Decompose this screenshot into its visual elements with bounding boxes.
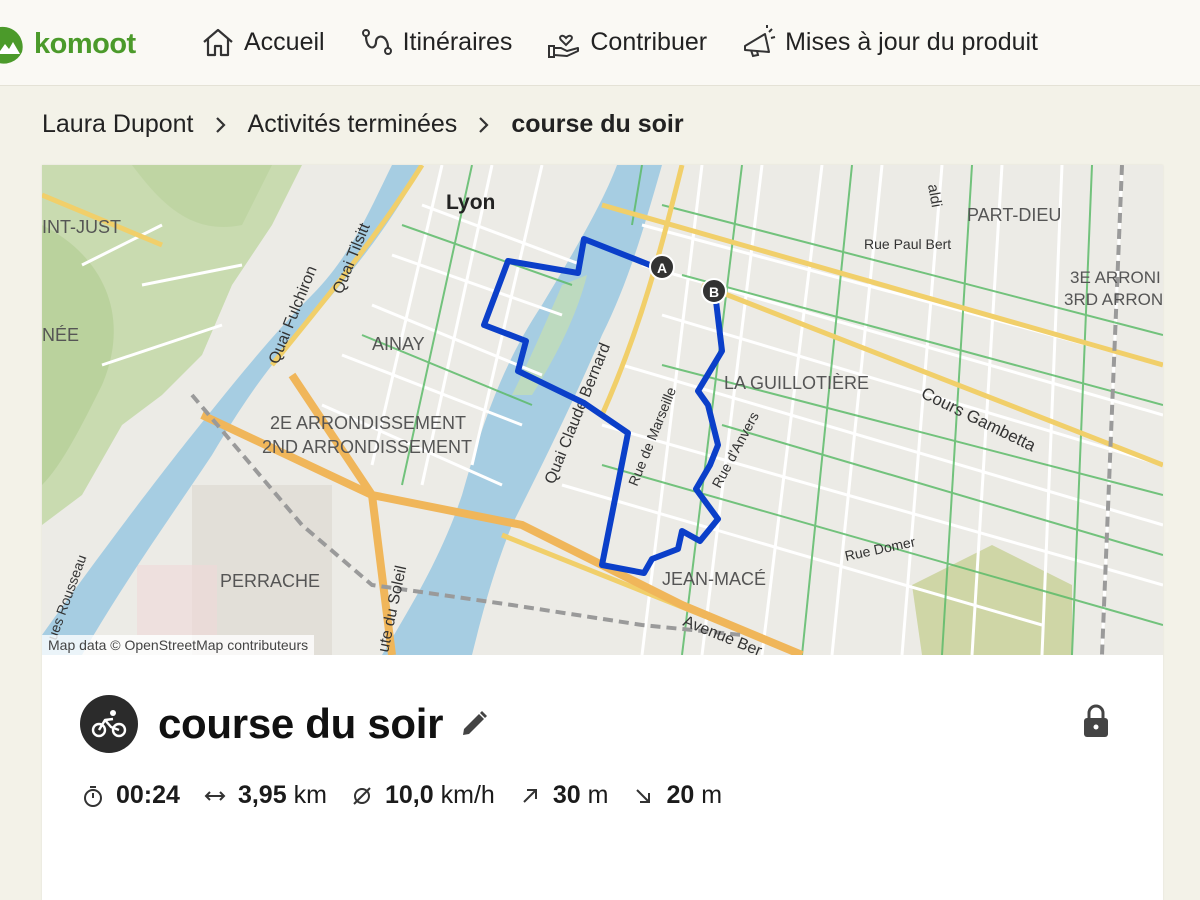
- stat-distance: 3,95 km: [204, 781, 327, 810]
- home-icon: [203, 28, 233, 57]
- map-canvas[interactable]: Lyon INT-JUST PART-DIEU Rue Paul Bert 3E…: [42, 165, 1163, 655]
- distance-arrows-icon: [204, 790, 226, 801]
- nav-item-contribuer[interactable]: Contribuer: [546, 24, 707, 60]
- uphill-unit: m: [587, 781, 609, 809]
- nav-item-itineraires[interactable]: Itinéraires: [359, 24, 513, 60]
- brand-name: komoot: [34, 27, 136, 60]
- downhill-value: 20: [666, 781, 695, 809]
- chevron-right-icon: [215, 116, 226, 133]
- map-label-lyon: Lyon: [446, 191, 495, 214]
- start-marker-label: A: [657, 260, 667, 276]
- breadcrumb-user[interactable]: Laura Dupont: [42, 110, 194, 139]
- map-label-2e-arrondissement: 2E ARRONDISSEMENT: [270, 413, 466, 433]
- bike-icon: [91, 710, 127, 738]
- nav-label: Contribuer: [590, 27, 708, 56]
- map-label-jean-mace: JEAN-MACÉ: [662, 569, 766, 589]
- nav-label: Mises à jour du produit: [785, 27, 1038, 56]
- tour-title: course du soir: [158, 700, 444, 747]
- map-label-part-dieu: PART-DIEU: [967, 205, 1061, 225]
- breadcrumb-section[interactable]: Activités terminées: [248, 110, 458, 139]
- map-label-2nd-arrondissement: 2ND ARRONDISSEMENT: [262, 437, 472, 457]
- megaphone-icon: [744, 25, 776, 58]
- sport-badge: [80, 695, 138, 753]
- map-label-la-guillotiere: LA GUILLOTIÈRE: [724, 373, 869, 393]
- duration-value: 00:24: [116, 781, 180, 809]
- stat-duration: 00:24: [82, 781, 180, 810]
- lock-icon[interactable]: [1081, 703, 1111, 739]
- map-label-3rd-arrondissement: 3RD ARRON: [1064, 290, 1163, 309]
- map-attribution[interactable]: Map data © OpenStreetMap contributeurs: [42, 635, 315, 655]
- nav-item-accueil[interactable]: Accueil: [200, 24, 325, 60]
- breadcrumb-current: course du soir: [511, 110, 684, 138]
- map-label-3e-arrondissement: 3E ARRONI: [1070, 268, 1161, 287]
- map-label-ainay: AINAY: [372, 334, 425, 354]
- komoot-logo[interactable]: komoot: [0, 22, 136, 66]
- tour-title-row: course du soir: [80, 695, 489, 753]
- nav-label: Itinéraires: [402, 27, 513, 56]
- map-label-nee: NÉE: [42, 325, 79, 345]
- heart-hand-icon: [548, 34, 580, 58]
- route-icon: [361, 29, 392, 55]
- speed-value: 10,0: [384, 781, 434, 809]
- stopwatch-icon: [84, 785, 102, 807]
- tour-stats: 00:24 3,95 km 10,0 km/h 30 m 20 m: [82, 781, 746, 810]
- downhill-unit: m: [701, 781, 723, 809]
- map-label-rue-paul-bert: Rue Paul Bert: [864, 236, 951, 252]
- speed-unit: km/h: [440, 781, 495, 809]
- arrow-up-right-icon: [523, 788, 537, 803]
- end-marker-label: B: [709, 284, 719, 300]
- nav-label: Accueil: [244, 27, 325, 56]
- map-label-perrache: PERRACHE: [220, 571, 320, 591]
- average-icon: [353, 786, 371, 805]
- distance-value: 3,95: [237, 781, 287, 809]
- pencil-icon[interactable]: [459, 709, 489, 739]
- tour-card: Lyon INT-JUST PART-DIEU Rue Paul Bert 3E…: [42, 165, 1163, 900]
- nav-item-mises-a-jour[interactable]: Mises à jour du produit: [741, 24, 1038, 60]
- chevron-right-icon: [479, 116, 489, 133]
- distance-unit: km: [293, 781, 327, 809]
- stat-speed: 10,0 km/h: [351, 781, 495, 810]
- arrow-down-right-icon: [636, 788, 651, 803]
- end-marker[interactable]: B: [701, 278, 727, 304]
- tour-map[interactable]: Lyon INT-JUST PART-DIEU Rue Paul Bert 3E…: [42, 165, 1163, 655]
- map-label-saint-just: INT-JUST: [42, 217, 121, 237]
- start-marker[interactable]: A: [649, 254, 675, 280]
- stat-uphill: 30 m: [519, 781, 609, 810]
- breadcrumb: Laura Dupont Activités terminées course …: [42, 110, 684, 139]
- stat-downhill: 20 m: [632, 781, 722, 810]
- main-nav: Accueil Itinéraires Contribuer Mises à j…: [200, 22, 1072, 62]
- komoot-logo-icon: [0, 26, 23, 64]
- uphill-value: 30: [552, 781, 581, 809]
- top-navigation: komoot Accueil Itinéraires Contribuer Mi…: [0, 0, 1200, 86]
